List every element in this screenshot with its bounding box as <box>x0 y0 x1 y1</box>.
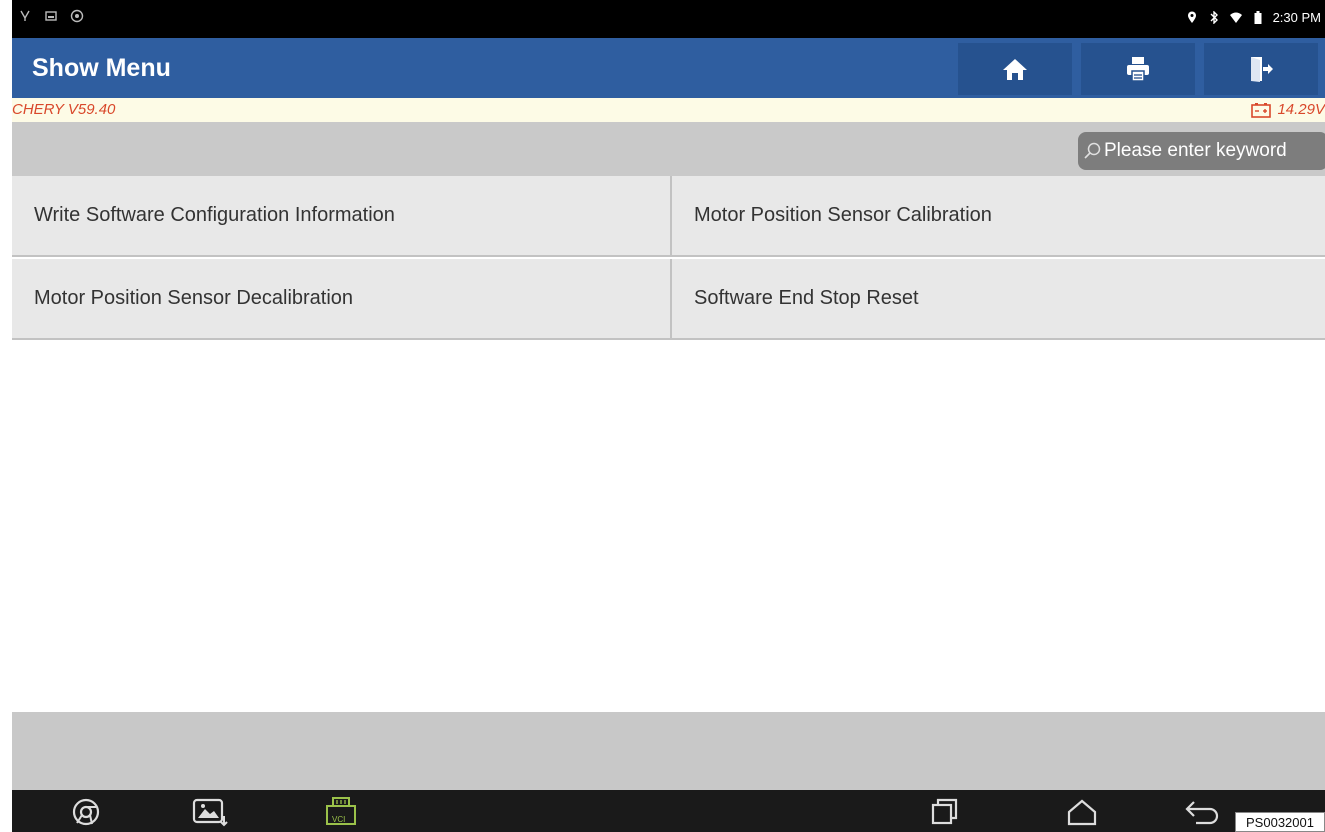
search-box[interactable] <box>1078 132 1325 170</box>
bottom-toolbar <box>12 712 1325 790</box>
battery-voltage: 14.29V <box>1251 101 1325 118</box>
print-button[interactable] <box>1081 43 1195 95</box>
chrome-button[interactable] <box>62 794 110 830</box>
menu-item-write-software-configuration[interactable]: Write Software Configuration Information <box>12 176 672 257</box>
wifi-icon <box>1229 11 1243 25</box>
status-time: 2:30 PM <box>1272 10 1321 25</box>
title-bar: Show Menu <box>12 38 1325 98</box>
brand-version: CHERY V59.40 <box>12 101 116 118</box>
gallery-button[interactable] <box>186 794 234 830</box>
search-input[interactable] <box>1102 140 1324 162</box>
settings-icon <box>70 9 84 23</box>
chrome-icon <box>72 798 100 826</box>
app-frame: 2:30 PM Show Menu CHERY V59.40 14.29V Pl… <box>12 0 1325 832</box>
menu-item-motor-position-sensor-decalibration[interactable]: Motor Position Sensor Decalibration <box>12 259 672 340</box>
bluetooth-icon <box>1207 11 1221 25</box>
search-row <box>12 122 1325 176</box>
search-icon <box>1084 142 1101 159</box>
location-icon <box>1185 11 1199 25</box>
menu-item-software-end-stop-reset[interactable]: Software End Stop Reset <box>672 259 1325 340</box>
voltage-value: 14.29V <box>1277 101 1325 118</box>
status-bar: 2:30 PM <box>12 0 1325 38</box>
recent-apps-button[interactable] <box>921 794 969 830</box>
home-button[interactable] <box>958 43 1072 95</box>
home-icon <box>1003 59 1027 80</box>
vci-button[interactable]: VCI <box>317 794 365 830</box>
navigation-bar: VCI <box>12 790 1325 832</box>
car-battery-icon <box>1251 102 1272 118</box>
home-nav-button[interactable] <box>1058 794 1106 830</box>
image-icon <box>44 9 58 23</box>
back-icon <box>1185 801 1219 825</box>
figure-code-label: PS0032001 <box>1235 812 1325 832</box>
info-bar: CHERY V59.40 14.29V <box>12 98 1325 122</box>
page-title: Show Menu <box>32 54 171 82</box>
recent-apps-icon <box>931 798 958 825</box>
exit-icon <box>1251 57 1273 82</box>
gallery-icon <box>192 798 228 827</box>
back-button[interactable] <box>1178 794 1226 830</box>
print-icon <box>1127 57 1149 82</box>
battery-icon <box>1251 11 1265 25</box>
usb-debug-icon <box>18 9 32 23</box>
home-nav-icon <box>1067 799 1097 826</box>
vci-label: VCI <box>332 815 346 824</box>
exit-button[interactable] <box>1204 43 1318 95</box>
menu-item-motor-position-sensor-calibration[interactable]: Motor Position Sensor Calibration <box>672 176 1325 257</box>
